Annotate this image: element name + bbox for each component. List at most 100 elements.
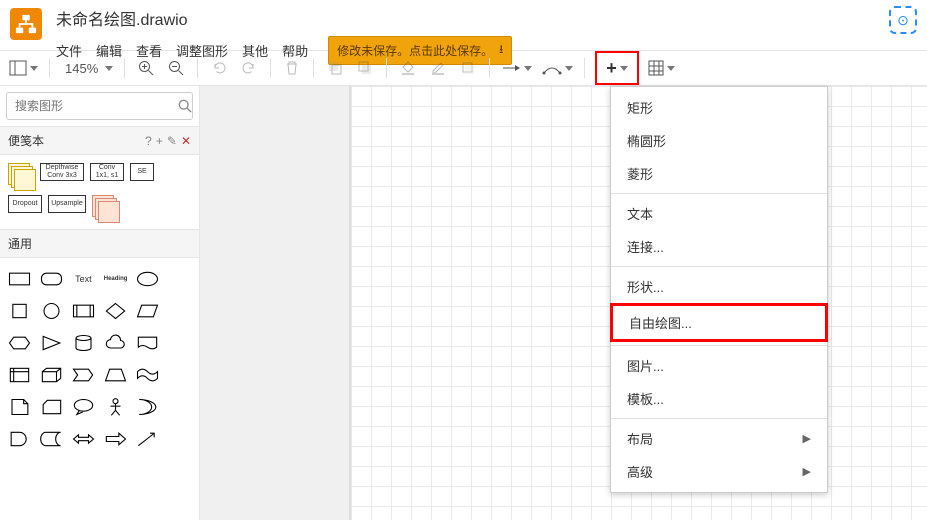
menu-insert-text[interactable]: 文本	[611, 197, 827, 230]
shape-rounded-rect[interactable]	[36, 264, 66, 294]
insert-button[interactable]: +	[603, 55, 631, 81]
menu-separator	[611, 345, 827, 346]
shape-arrow[interactable]	[100, 424, 130, 454]
submenu-arrow-icon: ▶	[803, 432, 811, 445]
menu-insert-rhombus[interactable]: 菱形	[611, 157, 827, 190]
menu-insert-link[interactable]: 连接...	[611, 230, 827, 263]
menu-insert-image[interactable]: 图片...	[611, 349, 827, 382]
shape-text[interactable]: Text	[68, 264, 98, 294]
shape-diamond[interactable]	[100, 296, 130, 326]
insert-button-highlight: +	[595, 51, 639, 85]
insert-menu: 矩形 椭圆形 菱形 文本 连接... 形状... 自由绘图... 图片... 模…	[610, 86, 828, 493]
plus-icon: +	[606, 58, 617, 79]
close-icon[interactable]: ✕	[181, 134, 191, 148]
waypoint-button[interactable]	[539, 55, 576, 81]
sidebar: 便笺本 ? + ✎ ✕ Depthwise Conv 3x3 Conv 1x1,…	[0, 86, 200, 520]
scratch-item[interactable]: SE	[130, 163, 154, 181]
shape-blank[interactable]	[165, 424, 195, 454]
shape-heading[interactable]: Heading	[100, 264, 130, 294]
shape-triangle[interactable]	[36, 328, 66, 358]
shape-and[interactable]	[4, 424, 34, 454]
menu-insert-freehand[interactable]: 自由绘图...	[610, 303, 828, 342]
shape-square[interactable]	[4, 296, 34, 326]
view-mode-button[interactable]	[6, 55, 41, 81]
help-icon[interactable]: ?	[145, 134, 152, 148]
shape-data-storage[interactable]	[36, 424, 66, 454]
shape-callout[interactable]	[68, 392, 98, 422]
menu-insert-template[interactable]: 模板...	[611, 382, 827, 415]
shape-cylinder[interactable]	[68, 328, 98, 358]
to-front-button[interactable]	[322, 55, 348, 81]
caret-icon	[565, 66, 573, 71]
shape-cube[interactable]	[36, 360, 66, 390]
canvas-offpage	[200, 86, 350, 520]
general-header[interactable]: 通用	[0, 229, 199, 258]
shape-cloud[interactable]	[100, 328, 130, 358]
zoom-out-button[interactable]	[163, 55, 189, 81]
edit-icon[interactable]: ✎	[167, 134, 177, 148]
shape-step[interactable]	[68, 360, 98, 390]
line-color-button[interactable]	[425, 55, 451, 81]
shape-blank[interactable]	[165, 264, 195, 294]
menu-insert-layout[interactable]: 布局▶	[611, 422, 827, 455]
scratchpad-body: Depthwise Conv 3x3 Conv 1x1, s1 SE Dropo…	[0, 155, 199, 229]
scratchpad-header[interactable]: 便笺本 ? + ✎ ✕	[0, 126, 199, 155]
search-icon[interactable]	[178, 93, 192, 119]
undo-button[interactable]	[206, 55, 232, 81]
shape-rect[interactable]	[4, 264, 34, 294]
menu-separator	[611, 418, 827, 419]
search-shapes	[6, 92, 193, 120]
shape-or[interactable]	[133, 392, 163, 422]
shape-internal-storage[interactable]	[4, 360, 34, 390]
shape-hexagon[interactable]	[4, 328, 34, 358]
shape-process[interactable]	[68, 296, 98, 326]
caret-icon	[620, 66, 628, 71]
add-icon[interactable]: +	[156, 134, 163, 148]
shape-circle[interactable]	[36, 296, 66, 326]
caret-icon	[105, 66, 113, 71]
shape-arrow-bidir[interactable]	[68, 424, 98, 454]
caret-icon	[667, 66, 675, 71]
shape-tape[interactable]	[133, 360, 163, 390]
shape-note[interactable]	[4, 392, 34, 422]
shape-link-line[interactable]	[133, 424, 163, 454]
shape-card[interactable]	[36, 392, 66, 422]
scratch-stack[interactable]	[8, 163, 34, 189]
fill-color-button[interactable]	[395, 55, 421, 81]
app-logo[interactable]	[10, 8, 42, 40]
delete-button[interactable]	[279, 55, 305, 81]
shape-actor[interactable]	[100, 392, 130, 422]
shape-parallelogram[interactable]	[133, 296, 163, 326]
search-input[interactable]	[7, 93, 178, 119]
redo-button[interactable]	[236, 55, 262, 81]
scratch-item[interactable]: Dropout	[8, 195, 42, 213]
submenu-arrow-icon: ▶	[803, 465, 811, 478]
zoom-dropdown[interactable]: 145%	[58, 55, 116, 81]
scratch-item[interactable]: Conv 1x1, s1	[90, 163, 124, 181]
shadow-button[interactable]	[455, 55, 481, 81]
shape-trapezoid[interactable]	[100, 360, 130, 390]
document-title[interactable]: 未命名绘图.drawio	[56, 6, 188, 30]
connection-button[interactable]	[498, 55, 535, 81]
menu-insert-advanced[interactable]: 高级▶	[611, 455, 827, 488]
caret-icon	[524, 66, 532, 71]
shape-blank[interactable]	[165, 360, 195, 390]
shape-blank[interactable]	[165, 296, 195, 326]
shape-document[interactable]	[133, 328, 163, 358]
scratch-stack[interactable]	[92, 195, 118, 221]
menu-insert-rectangle[interactable]: 矩形	[611, 91, 827, 124]
menu-insert-shapes[interactable]: 形状...	[611, 270, 827, 303]
shape-blank[interactable]	[165, 328, 195, 358]
general-shapes: Text Heading	[0, 258, 199, 460]
menu-insert-ellipse[interactable]: 椭圆形	[611, 124, 827, 157]
to-back-button[interactable]	[352, 55, 378, 81]
shape-blank[interactable]	[165, 392, 195, 422]
zoom-value: 145%	[61, 61, 102, 76]
scan-icon[interactable]: ⊙	[889, 6, 917, 34]
table-button[interactable]	[645, 55, 678, 81]
scratch-item[interactable]: Depthwise Conv 3x3	[40, 163, 84, 181]
scratch-item[interactable]: Upsample	[48, 195, 86, 213]
shape-ellipse[interactable]	[133, 264, 163, 294]
menu-separator	[611, 266, 827, 267]
zoom-in-button[interactable]	[133, 55, 159, 81]
